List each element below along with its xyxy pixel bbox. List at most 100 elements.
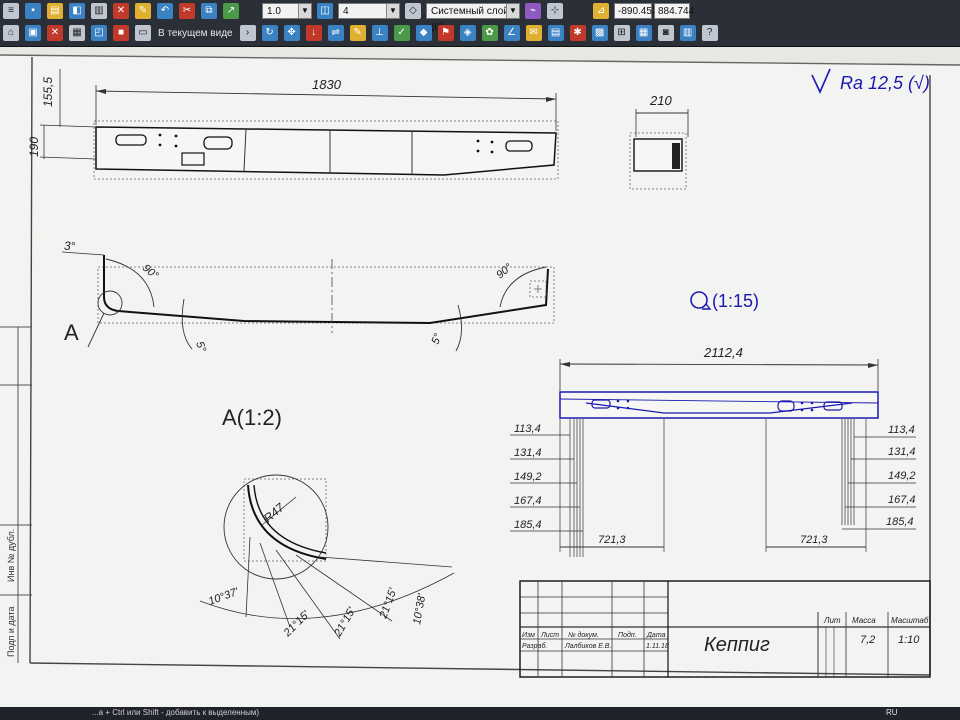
- dim-1830: 1830: [312, 77, 342, 92]
- tb-r1-c2: Лист: [540, 632, 559, 639]
- angle-3: 3°: [64, 239, 76, 253]
- save-icon[interactable]: ▪: [25, 3, 41, 19]
- right-dim-3: 149,2: [888, 470, 916, 482]
- layer-icon[interactable]: ◇: [405, 3, 421, 19]
- detail-a-title: A(1:2): [222, 405, 282, 430]
- snap-icon[interactable]: ⊹: [547, 3, 563, 19]
- drawing-sheet: Подп и дата Инв № дубл. Ra 12,5 (√) 1830…: [0, 54, 960, 707]
- box-icon[interactable]: ▣: [25, 25, 41, 41]
- label-a: A: [64, 320, 79, 345]
- tb-r1-c5: Дата: [646, 632, 666, 639]
- tb-r2-c5: 1.11.18: [646, 643, 669, 650]
- right-dim-2: 131,4: [888, 446, 916, 458]
- tiles-icon[interactable]: ▦: [635, 25, 652, 41]
- copy-icon[interactable]: ⧉: [201, 3, 217, 19]
- unfold-scale: (1:15): [712, 291, 759, 311]
- pattern-icon[interactable]: ▩: [591, 25, 608, 41]
- stop-icon[interactable]: ■: [113, 25, 129, 41]
- mark-icon[interactable]: ✱: [569, 25, 586, 41]
- arrow-icon[interactable]: ↶: [157, 3, 173, 19]
- dim-155: 155,5: [41, 77, 55, 107]
- scale-value: 1.0: [267, 6, 281, 17]
- frame-icon[interactable]: ◰: [91, 25, 107, 41]
- table-icon[interactable]: ▤: [547, 25, 564, 41]
- right-dim-7213: 721,3: [800, 534, 828, 546]
- style-icon[interactable]: ◫: [317, 3, 333, 19]
- left-dim-1: 113,4: [514, 423, 541, 435]
- close-icon[interactable]: ✕: [47, 25, 63, 41]
- dim-2112: 2112,4: [703, 345, 743, 360]
- rotate-icon[interactable]: ↻: [261, 25, 278, 41]
- frame-side-text-2: Инв № дубл.: [6, 529, 16, 582]
- roughness-text: Ra 12,5 (√): [840, 73, 930, 93]
- status-bar: ...а + Ctrl или Shift - добавить к выдел…: [0, 707, 960, 720]
- angle-icon[interactable]: ∠: [503, 25, 520, 41]
- frame-side-text-1: Подп и дата: [6, 606, 16, 657]
- tb-r1-c1: Изм: [522, 632, 535, 639]
- toolbar: ≡ ▪ ▤ ◧ ▥ ✕ ✎ ↶ ✂ ⧉ ↗ 1.0 ▼ ◫ 4 ▼ ◇ Систем…: [0, 0, 960, 47]
- style-select[interactable]: 4 ▼: [338, 3, 400, 19]
- tb-head-mass: Масса: [852, 616, 876, 625]
- measure-icon[interactable]: ⊥: [371, 25, 388, 41]
- tb-r2-c2: Лалбиков Е.В.: [564, 642, 611, 650]
- magnet-icon[interactable]: ⌁: [525, 3, 541, 19]
- tb-head-scale: Масштаб: [891, 616, 929, 625]
- top-view-outline: [95, 126, 557, 176]
- coord-x-field[interactable]: -890.452: [614, 3, 657, 19]
- right-dim-4: 167,4: [888, 494, 916, 506]
- help-icon[interactable]: ?: [701, 25, 718, 41]
- status-hint: ...а + Ctrl или Shift - добавить к выдел…: [92, 708, 260, 717]
- pencil-icon[interactable]: ✎: [135, 3, 151, 19]
- tb-mass: 7,2: [860, 634, 875, 646]
- flag-icon[interactable]: ⚑: [437, 25, 454, 41]
- left-dim-3: 149,2: [514, 471, 542, 483]
- language-indicator[interactable]: RU: [886, 708, 898, 717]
- chevron-down-icon[interactable]: ▼: [298, 4, 311, 18]
- dim-190: 190: [27, 137, 41, 157]
- right-dim-1: 113,4: [888, 424, 915, 436]
- note-icon[interactable]: ✉: [525, 25, 542, 41]
- grid-icon[interactable]: ▦: [69, 25, 85, 41]
- move-icon[interactable]: ✥: [283, 25, 300, 41]
- side-view-flange: [672, 143, 680, 169]
- list-icon[interactable]: ≡: [3, 3, 19, 19]
- view-mode-label[interactable]: В текущем виде: [158, 28, 233, 39]
- chevron-down-icon[interactable]: ▼: [386, 4, 399, 18]
- tb-r1-c3: № докум.: [568, 631, 599, 639]
- layers-icon[interactable]: ▤: [47, 3, 63, 19]
- chevron-down-icon[interactable]: ▼: [506, 4, 519, 18]
- chevron-icon[interactable]: ›: [239, 25, 256, 41]
- bars-icon[interactable]: ▥: [91, 3, 107, 19]
- toolbar-row-1: ≡ ▪ ▤ ◧ ▥ ✕ ✎ ↶ ✂ ⧉ ↗ 1.0 ▼ ◫ 4 ▼ ◇ Систем…: [0, 0, 960, 33]
- leaf-icon[interactable]: ✿: [481, 25, 498, 41]
- edit-icon[interactable]: ✎: [349, 25, 366, 41]
- layer-select[interactable]: Системный слой (0)▼: [426, 3, 520, 33]
- tb-title: Кеппиг: [704, 634, 770, 656]
- drop-icon[interactable]: ◆: [415, 25, 432, 41]
- pin-icon[interactable]: ↓: [305, 25, 322, 41]
- left-dim-4: 167,4: [514, 495, 542, 507]
- dim-210: 210: [649, 93, 672, 108]
- sheet-icon[interactable]: ▥: [679, 25, 696, 41]
- tb-r2-c1: Разраб.: [522, 642, 547, 650]
- drawing-canvas[interactable]: Подп и дата Инв № дубл. Ra 12,5 (√) 1830…: [0, 47, 960, 707]
- cursor-icon[interactable]: ↗: [223, 3, 239, 19]
- coord-icon[interactable]: ⊿: [593, 3, 609, 19]
- coord-y-field[interactable]: 884.744: [654, 3, 694, 19]
- style-value: 4: [343, 6, 349, 17]
- view-mode-icon[interactable]: ▭: [135, 25, 151, 41]
- camera-icon[interactable]: ◙: [657, 25, 674, 41]
- check-icon[interactable]: ✓: [393, 25, 410, 41]
- tool-icon[interactable]: ✕: [113, 3, 129, 19]
- scissors-icon[interactable]: ✂: [179, 3, 195, 19]
- scale-select[interactable]: 1.0 ▼: [262, 3, 312, 19]
- left-dim-5: 185,4: [514, 519, 542, 531]
- left-dim-2: 131,4: [514, 447, 542, 459]
- view-icon[interactable]: ◧: [69, 3, 85, 19]
- home-icon[interactable]: ⌂: [3, 25, 19, 41]
- unfold-outline: [559, 391, 879, 419]
- shape-icon[interactable]: ◈: [459, 25, 476, 41]
- left-dim-7213: 721,3: [598, 534, 626, 546]
- grid-view-icon[interactable]: ⊞: [613, 25, 630, 41]
- link-icon[interactable]: ⇌: [327, 25, 344, 41]
